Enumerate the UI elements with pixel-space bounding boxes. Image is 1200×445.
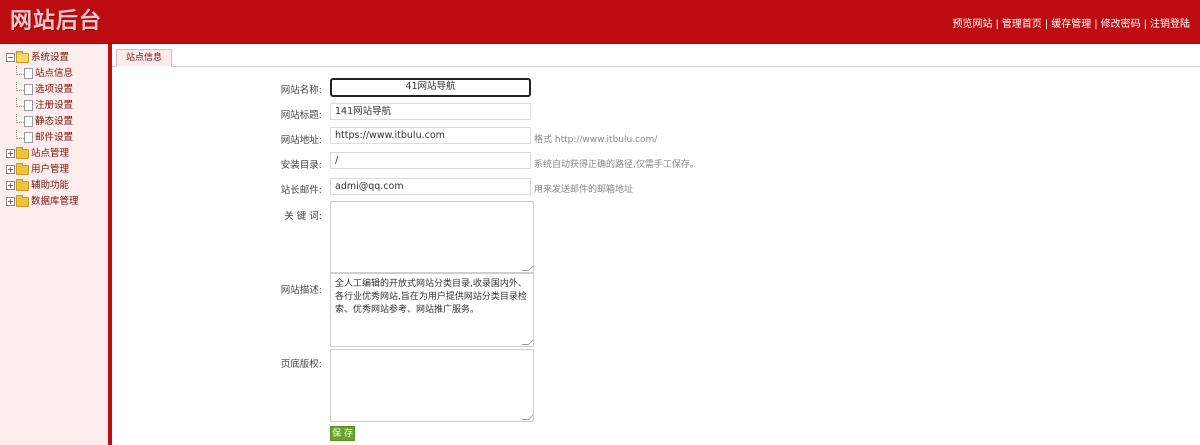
- document-icon: [24, 84, 33, 95]
- nav-change-password[interactable]: 修改密码: [1101, 19, 1141, 30]
- admin-email-hint: 用来发送邮件的邮箱地址: [534, 185, 634, 195]
- sidebar-item-label: 站点信息: [35, 68, 74, 79]
- tab-bar: 站点信息: [112, 44, 1200, 67]
- install-dir-label: 安装目录:: [280, 160, 322, 171]
- folder-icon: [16, 178, 29, 191]
- top-nav: 预览网站 | 管理首页 | 缓存管理 | 修改密码 | 注销登陆: [953, 15, 1191, 30]
- sidebar-item-mail-settings[interactable]: 邮件设置: [6, 130, 79, 146]
- nav-separator: |: [1143, 19, 1147, 30]
- document-icon: [24, 100, 33, 111]
- sidebar-item-label: 注册设置: [35, 100, 74, 111]
- menu-tree: − 系统设置 站点信息 选项设置 注册设置 静态设置 邮件设置 + 站点管理 + 用户…: [6, 50, 79, 210]
- expand-icon[interactable]: +: [6, 197, 15, 206]
- sidebar-group-label: 数据库管理: [31, 196, 79, 207]
- nav-separator: |: [1094, 19, 1098, 30]
- folder-open-icon: [16, 50, 29, 63]
- site-url-label: 网站地址:: [280, 135, 322, 146]
- sidebar-group-site-manage[interactable]: + 站点管理: [6, 146, 79, 162]
- sidebar-item-register-settings[interactable]: 注册设置: [6, 98, 79, 114]
- sidebar-group-auxiliary[interactable]: + 辅助功能: [6, 178, 79, 194]
- document-icon: [24, 68, 33, 79]
- sidebar-group-label: 用户管理: [31, 164, 70, 175]
- site-logo: 网站后台: [10, 9, 103, 34]
- sidebar-group-user-manage[interactable]: + 用户管理: [6, 162, 79, 178]
- site-url-hint: 格式 http://www.itbulu.com/: [534, 135, 658, 145]
- collapse-icon[interactable]: −: [6, 53, 15, 62]
- copyright-label: 页底版权:: [280, 359, 322, 370]
- folder-icon: [16, 194, 29, 207]
- sidebar: − 系统设置 站点信息 选项设置 注册设置 静态设置 邮件设置 + 站点管理 + 用户…: [0, 44, 112, 445]
- keywords-label: 关 键 词:: [284, 211, 322, 222]
- site-name-label: 网站名称:: [280, 85, 322, 96]
- expand-icon[interactable]: +: [6, 181, 15, 190]
- sidebar-item-static-settings[interactable]: 静态设置: [6, 114, 79, 130]
- sidebar-group-label: 站点管理: [31, 148, 70, 159]
- folder-icon: [16, 162, 29, 175]
- copyright-textarea[interactable]: [330, 349, 534, 422]
- site-url-input[interactable]: https://www.itbulu.com: [330, 127, 531, 144]
- description-text: 全人工编辑的开放式网站分类目录,收录国内外、各行业优秀网站,旨在为用户提供网站分…: [335, 279, 527, 315]
- sidebar-item-label: 邮件设置: [35, 132, 74, 143]
- main-content: 站点信息 网站名称: 41网站导航 网站标题: 141网站导航 网站地址: ht…: [112, 44, 1200, 445]
- nav-preview-site[interactable]: 预览网站: [953, 19, 993, 30]
- sidebar-item-label: 静态设置: [35, 116, 74, 127]
- site-name-input[interactable]: 41网站导航: [330, 78, 531, 97]
- expand-icon[interactable]: +: [6, 165, 15, 174]
- top-header: 网站后台 预览网站 | 管理首页 | 缓存管理 | 修改密码 | 注销登陆: [0, 0, 1200, 44]
- site-title-input[interactable]: 141网站导航: [330, 103, 531, 120]
- document-icon: [24, 116, 33, 127]
- sidebar-group-label: 系统设置: [31, 52, 70, 63]
- resize-grip-icon[interactable]: [521, 413, 533, 420]
- sidebar-item-option-settings[interactable]: 选项设置: [6, 82, 79, 98]
- sidebar-group-label: 辅助功能: [31, 180, 70, 191]
- install-dir-hint: 系统自动获得正确的路径,仅需手工保存。: [534, 160, 699, 170]
- nav-separator: |: [995, 19, 999, 30]
- nav-cache-manage[interactable]: 缓存管理: [1051, 19, 1091, 30]
- admin-email-input[interactable]: admi@qq.com: [330, 178, 531, 195]
- expand-icon[interactable]: +: [6, 149, 15, 158]
- document-icon: [24, 132, 33, 143]
- sidebar-group-database[interactable]: + 数据库管理: [6, 194, 79, 210]
- nav-admin-home[interactable]: 管理首页: [1002, 19, 1042, 30]
- keywords-textarea[interactable]: [330, 201, 534, 273]
- resize-grip-icon[interactable]: [521, 338, 533, 345]
- sidebar-item-site-info[interactable]: 站点信息: [6, 66, 79, 82]
- admin-email-label: 站长邮件:: [280, 185, 322, 196]
- description-label: 网站描述:: [280, 285, 322, 296]
- description-textarea[interactable]: 全人工编辑的开放式网站分类目录,收录国内外、各行业优秀网站,旨在为用户提供网站分…: [330, 273, 534, 347]
- nav-separator: |: [1044, 19, 1049, 30]
- sidebar-group-system-settings[interactable]: − 系统设置: [6, 50, 79, 66]
- save-button[interactable]: 保 存: [330, 426, 355, 441]
- sidebar-item-label: 选项设置: [35, 84, 74, 95]
- tab-site-info[interactable]: 站点信息: [116, 49, 173, 67]
- resize-grip-icon[interactable]: [521, 264, 533, 271]
- nav-logout[interactable]: 注销登陆: [1150, 19, 1190, 30]
- folder-icon: [16, 146, 29, 159]
- site-title-label: 网站标题:: [280, 110, 322, 121]
- install-dir-input[interactable]: /: [330, 152, 531, 169]
